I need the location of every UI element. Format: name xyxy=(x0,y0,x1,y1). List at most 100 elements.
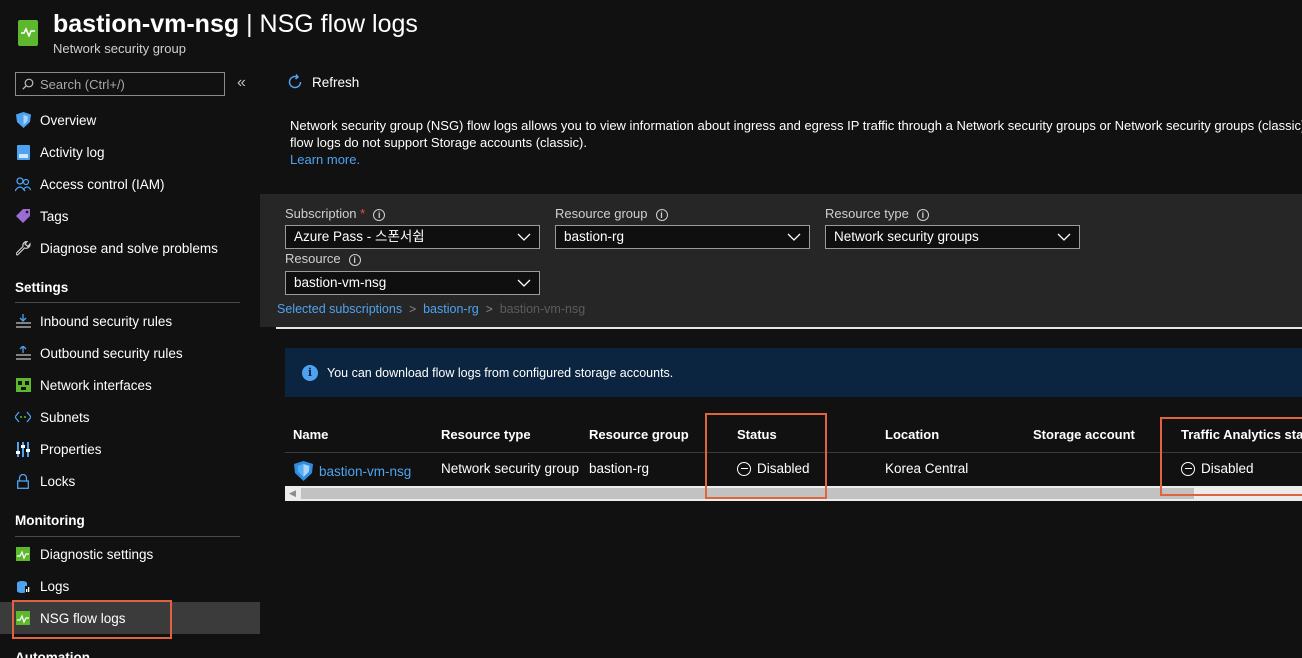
info-icon[interactable]: i xyxy=(373,209,386,221)
lock-icon xyxy=(15,473,31,489)
description-line-2: flow logs do not support Storage account… xyxy=(290,135,587,150)
subscription-value: Azure Pass - 스폰서쉽 xyxy=(294,229,425,244)
resource-name: bastion-vm-nsg xyxy=(53,10,240,38)
sidebar-item-label: Logs xyxy=(40,578,70,594)
shield-icon xyxy=(15,112,31,128)
subscription-dropdown[interactable]: Azure Pass - 스폰서쉽 xyxy=(285,225,540,249)
breadcrumb-subscriptions[interactable]: Selected subscriptions xyxy=(277,302,402,316)
breadcrumb-resource: bastion-vm-nsg xyxy=(499,302,586,316)
sidebar-item-label: Properties xyxy=(40,441,102,457)
search-input[interactable] xyxy=(40,75,220,93)
sidebar-item-label: Network interfaces xyxy=(40,377,152,393)
highlight-status-column xyxy=(705,413,827,499)
sidebar-item-label: Diagnostic settings xyxy=(40,546,154,562)
description-line-1: Network security group (NSG) flow logs a… xyxy=(290,118,1302,133)
wrench-icon xyxy=(15,240,31,256)
breadcrumb-separator: > xyxy=(409,302,417,316)
sidebar-item-subnets[interactable]: Subnets xyxy=(0,401,260,433)
refresh-label: Refresh xyxy=(312,74,360,90)
resource-group-dropdown[interactable]: bastion-rg xyxy=(555,225,810,249)
sidebar-item-activity-log[interactable]: Activity log xyxy=(0,136,260,168)
chevron-down-icon xyxy=(517,233,531,241)
sidebar-item-label: Locks xyxy=(40,473,76,489)
nsg-name-link[interactable]: bastion-vm-nsg xyxy=(319,464,411,479)
info-icon[interactable]: i xyxy=(348,254,361,266)
resource-value: bastion-vm-nsg xyxy=(294,275,387,290)
sidebar-item-diagnose[interactable]: Diagnose and solve problems xyxy=(0,232,260,264)
nsg-shield-icon xyxy=(294,461,313,481)
required-marker: * xyxy=(360,206,366,221)
resource-type-dropdown[interactable]: Network security groups xyxy=(825,225,1080,249)
column-header-resource-type[interactable]: Resource type xyxy=(441,427,531,442)
column-header-resource-group[interactable]: Resource group xyxy=(589,427,689,442)
sidebar-item-inbound-rules[interactable]: Inbound security rules xyxy=(0,305,260,337)
tag-icon xyxy=(15,208,31,224)
info-banner-text: You can download flow logs from configur… xyxy=(327,365,674,380)
logs-icon xyxy=(15,578,31,594)
subscription-label-text: Subscription xyxy=(285,206,357,221)
resource-group-label-text: Resource group xyxy=(555,206,648,221)
resource-type-value: Network security groups xyxy=(834,229,979,244)
sidebar-item-network-interfaces[interactable]: Network interfaces xyxy=(0,369,260,401)
iam-people-icon xyxy=(15,176,31,192)
sidebar-item-label: Outbound security rules xyxy=(40,345,183,361)
sidebar-divider xyxy=(15,302,240,303)
sidebar-section-automation: Automation xyxy=(15,650,90,658)
resource-group-label: Resource group i xyxy=(555,206,668,221)
highlight-nsg-flow-logs xyxy=(12,600,172,639)
column-header-storage-account[interactable]: Storage account xyxy=(1033,427,1135,442)
table-cell-resource-group: bastion-rg xyxy=(589,461,650,476)
sidebar-item-overview[interactable]: Overview xyxy=(0,104,260,136)
resource-label: Resource i xyxy=(285,251,361,266)
info-circle-icon: i xyxy=(302,364,318,381)
sidebar-item-label: Inbound security rules xyxy=(40,313,173,329)
refresh-button[interactable]: Refresh xyxy=(287,74,359,90)
outbound-rules-icon xyxy=(15,345,31,361)
sidebar-item-label: Access control (IAM) xyxy=(40,176,165,192)
sidebar-section-settings: Settings xyxy=(15,280,69,295)
breadcrumb-separator: > xyxy=(485,302,493,316)
chevron-down-icon xyxy=(787,233,801,241)
resource-label-text: Resource xyxy=(285,251,341,266)
sidebar-item-locks[interactable]: Locks xyxy=(0,465,260,497)
resource-type-label-text: Resource type xyxy=(825,206,909,221)
refresh-icon xyxy=(288,74,302,89)
table-cell-location: Korea Central xyxy=(885,461,969,476)
info-banner: i You can download flow logs from config… xyxy=(285,348,1302,397)
sidebar-item-tags[interactable]: Tags xyxy=(0,200,260,232)
info-icon[interactable]: i xyxy=(916,209,929,221)
sidebar-item-diagnostic-settings[interactable]: Diagnostic settings xyxy=(0,538,260,570)
sidebar-item-label: Diagnose and solve problems xyxy=(40,240,218,256)
sidebar-item-label: Subnets xyxy=(40,409,90,425)
column-header-location[interactable]: Location xyxy=(885,427,939,442)
table-cell-resource-type: Network security group xyxy=(441,461,580,476)
sidebar-item-iam[interactable]: Access control (IAM) xyxy=(0,168,260,200)
page-title: bastion-vm-nsg | NSG flow logs xyxy=(53,10,418,39)
sidebar-item-label: Tags xyxy=(40,208,69,224)
sidebar-divider xyxy=(15,536,240,537)
learn-more-link[interactable]: Learn more. xyxy=(290,152,360,167)
activity-log-icon xyxy=(15,144,31,160)
highlight-traffic-analytics-column xyxy=(1160,417,1302,496)
collapse-sidebar-button[interactable]: « xyxy=(237,74,246,92)
page-subtitle: Network security group xyxy=(53,41,186,56)
sidebar-item-properties[interactable]: Properties xyxy=(0,433,260,465)
chevron-down-icon xyxy=(1057,233,1071,241)
subnets-icon xyxy=(15,409,31,425)
sidebar-item-label: Overview xyxy=(40,112,97,128)
sidebar-item-outbound-rules[interactable]: Outbound security rules xyxy=(0,337,260,369)
breadcrumb-resource-group[interactable]: bastion-rg xyxy=(423,302,479,316)
page-description: Network security group (NSG) flow logs a… xyxy=(290,117,1302,168)
page-name: NSG flow logs xyxy=(259,10,418,38)
sidebar-search[interactable] xyxy=(15,72,225,96)
info-icon[interactable]: i xyxy=(655,209,668,221)
scroll-left-arrow[interactable]: ◀ xyxy=(289,488,296,499)
resource-dropdown[interactable]: bastion-vm-nsg xyxy=(285,271,540,295)
inbound-rules-icon xyxy=(15,313,31,329)
sidebar-section-monitoring: Monitoring xyxy=(15,513,85,528)
column-header-name[interactable]: Name xyxy=(293,427,328,442)
resource-type-label: Resource type i xyxy=(825,206,929,221)
filter-panel-underline xyxy=(276,327,1302,329)
sidebar-item-logs[interactable]: Logs xyxy=(0,570,260,602)
table-cell-name[interactable]: bastion-vm-nsg xyxy=(294,461,411,481)
